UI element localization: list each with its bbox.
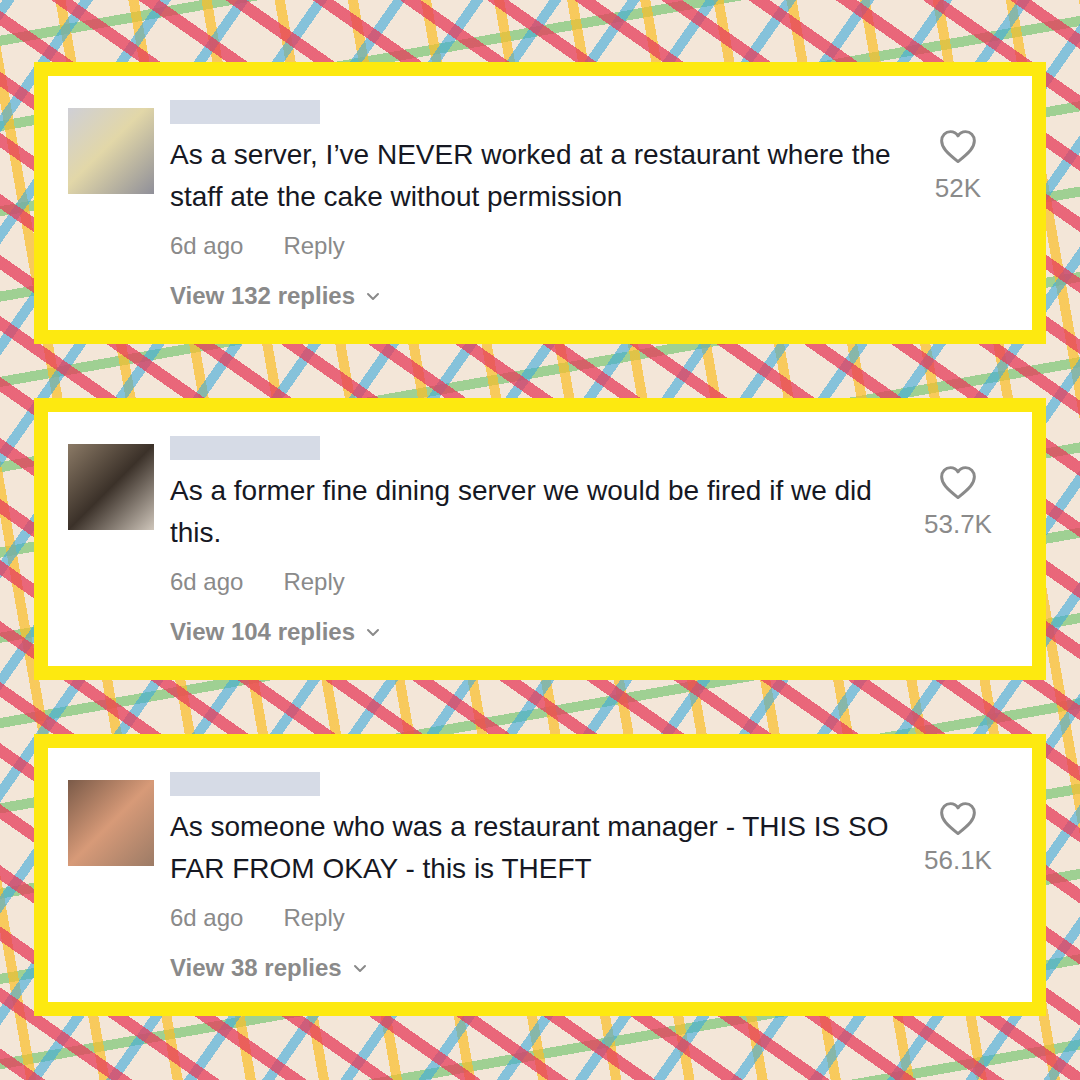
avatar[interactable] [68,108,154,194]
like-area: 53.7K [908,464,1008,540]
comment-body: As someone who was a restaurant manager … [170,772,892,984]
comment-text: As a server, I’ve NEVER worked at a rest… [170,134,892,218]
like-count: 56.1K [924,844,992,876]
heart-icon[interactable] [938,464,978,500]
chevron-down-icon [352,960,368,976]
comment-body: As a server, I’ve NEVER worked at a rest… [170,100,892,312]
like-area: 52K [908,128,1008,204]
username-placeholder[interactable] [170,436,320,460]
avatar[interactable] [68,444,154,530]
comment-text: As someone who was a restaurant manager … [170,806,892,890]
view-replies-label: View 132 replies [170,280,355,312]
comment-card: As someone who was a restaurant manager … [34,734,1046,1016]
reply-button[interactable]: Reply [283,902,344,934]
view-replies-button[interactable]: View 132 replies [170,280,892,312]
comment-time: 6d ago [170,902,243,934]
like-count: 53.7K [924,508,992,540]
comment-time: 6d ago [170,230,243,262]
comment-meta: 6d ago Reply [170,902,892,934]
username-placeholder[interactable] [170,772,320,796]
heart-icon[interactable] [938,800,978,836]
username-placeholder[interactable] [170,100,320,124]
comment-body: As a former fine dining server we would … [170,436,892,648]
comment-card: As a former fine dining server we would … [34,398,1046,680]
like-count: 52K [935,172,981,204]
reply-button[interactable]: Reply [283,566,344,598]
comment-card: As a server, I’ve NEVER worked at a rest… [34,62,1046,344]
sprinkles-background: As a server, I’ve NEVER worked at a rest… [0,0,1080,1080]
chevron-down-icon [365,288,381,304]
avatar[interactable] [68,780,154,866]
view-replies-label: View 104 replies [170,616,355,648]
view-replies-label: View 38 replies [170,952,342,984]
comment-time: 6d ago [170,566,243,598]
view-replies-button[interactable]: View 104 replies [170,616,892,648]
heart-icon[interactable] [938,128,978,164]
comment-text: As a former fine dining server we would … [170,470,892,554]
comment-meta: 6d ago Reply [170,230,892,262]
view-replies-button[interactable]: View 38 replies [170,952,892,984]
comment-meta: 6d ago Reply [170,566,892,598]
reply-button[interactable]: Reply [283,230,344,262]
chevron-down-icon [365,624,381,640]
like-area: 56.1K [908,800,1008,876]
